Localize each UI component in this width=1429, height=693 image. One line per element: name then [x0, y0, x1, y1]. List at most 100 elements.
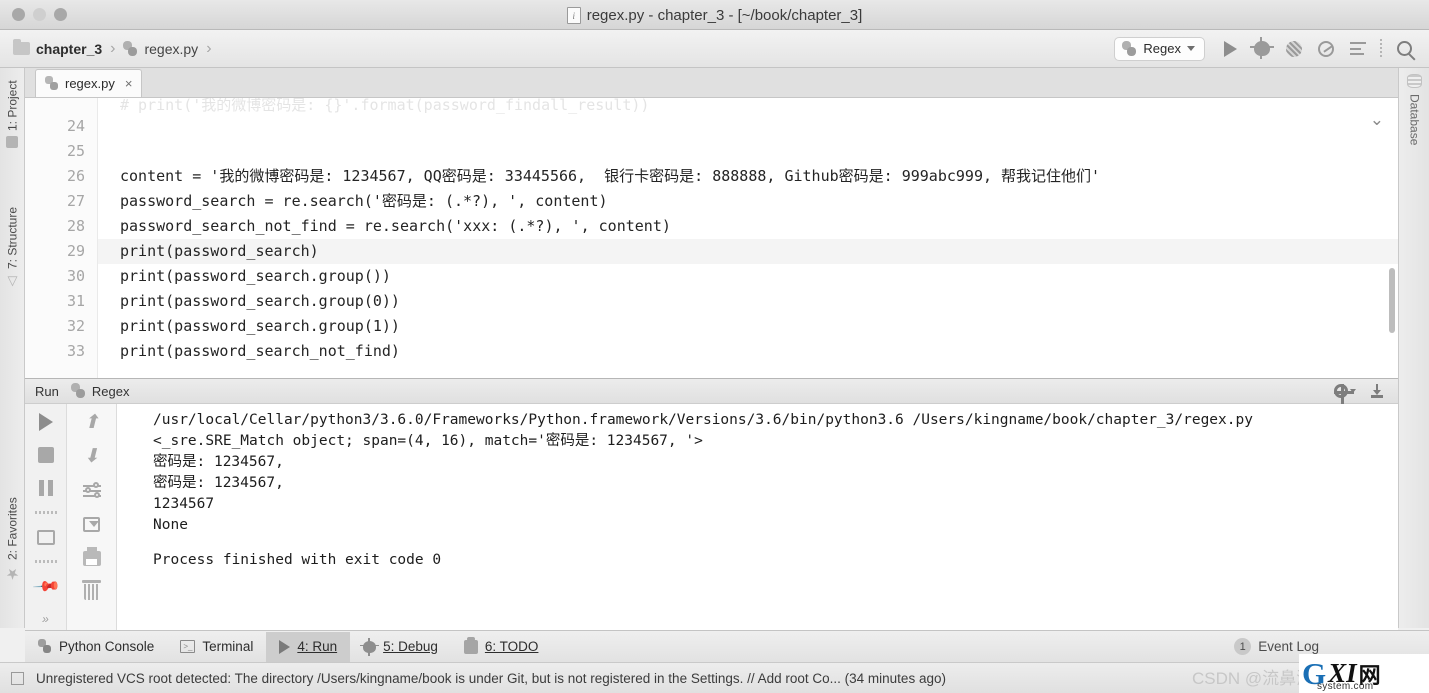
rerun-button[interactable]: [36, 412, 56, 432]
search-everywhere-button[interactable]: [1389, 35, 1419, 63]
run-panel-config-tab[interactable]: Regex: [70, 383, 130, 399]
breadcrumb-separator: ›: [206, 39, 212, 57]
tool-window-python-console[interactable]: Python Console: [25, 632, 167, 662]
line-number: 28: [66, 217, 85, 235]
console-line: 1234567: [153, 496, 215, 512]
line-number: 27: [66, 192, 85, 210]
title-bar: i regex.py - chapter_3 - [~/book/chapter…: [0, 0, 1429, 30]
export-button[interactable]: [82, 514, 102, 534]
breadcrumb: chapter_3 › regex.py ›: [10, 39, 215, 59]
layout-button[interactable]: [36, 527, 56, 547]
tool-window-run[interactable]: 4: Run: [266, 631, 351, 662]
run-panel-config-label: Regex: [91, 383, 130, 399]
structure-icon: △: [7, 275, 18, 291]
console-line: /usr/local/Cellar/python3/3.6.0/Framewor…: [153, 412, 1253, 428]
status-toggle-icon[interactable]: [11, 671, 24, 685]
maximize-window-button[interactable]: [54, 8, 67, 21]
pycharm-window: i regex.py - chapter_3 - [~/book/chapter…: [0, 0, 1429, 693]
run-panel-left-toolbar: 📌 »: [25, 404, 67, 630]
code-line: password_search_not_find = re.search('xx…: [120, 217, 671, 235]
line-number: 31: [66, 292, 85, 310]
database-icon: [1407, 74, 1422, 88]
bug-icon: [360, 637, 380, 656]
run-panel-settings-button[interactable]: [1334, 384, 1356, 404]
sidebar-item-database[interactable]: Database: [1399, 74, 1429, 145]
code-line: print(password_search.group()): [120, 267, 391, 285]
breadcrumb-item-chapter_3[interactable]: chapter_3: [10, 39, 105, 59]
editor-scrollbar[interactable]: [1389, 268, 1395, 333]
code-editor[interactable]: 24 25 26 27 28 29 30 31 32 33 # print('我…: [25, 98, 1398, 378]
code-area[interactable]: # print('我的微博密码是: {}'.format(password_fi…: [98, 98, 1398, 378]
console-line: Process finished with exit code 0: [153, 552, 442, 568]
chevron-down-icon[interactable]: ⌄: [1370, 110, 1384, 130]
status-message: Unregistered VCS root detected: The dire…: [36, 670, 946, 686]
run-button[interactable]: [1215, 35, 1245, 63]
event-log-button[interactable]: 1 Event Log: [1234, 638, 1429, 655]
console-line: None: [153, 517, 188, 533]
down-stack-trace-button[interactable]: ⬇: [82, 446, 102, 466]
window-controls[interactable]: [12, 8, 67, 21]
sidebar-item-structure[interactable]: △ 7: Structure: [0, 203, 25, 323]
console-output[interactable]: /usr/local/Cellar/python3/3.6.0/Framewor…: [117, 404, 1388, 630]
tool-window-label: 6: TODO: [484, 639, 539, 654]
folder-icon: [13, 39, 30, 55]
event-log-count-badge: 1: [1234, 638, 1252, 655]
debug-button[interactable]: [1247, 35, 1277, 63]
tab-regex-py[interactable]: regex.py ×: [35, 69, 143, 97]
clear-all-button[interactable]: [82, 580, 102, 602]
line-number: 30: [66, 267, 85, 285]
python-icon: [1122, 40, 1137, 57]
status-bar: Unregistered VCS root detected: The dire…: [0, 662, 1429, 693]
console-line: 密码是: 1234567,: [153, 475, 284, 491]
terminal-icon: >_: [180, 640, 196, 653]
pin-tab-button[interactable]: 📌: [32, 574, 58, 599]
tool-window-label: Terminal: [202, 639, 254, 654]
profile-button[interactable]: [1311, 35, 1341, 63]
tab-label: regex.py: [65, 76, 115, 91]
coverage-icon: [1286, 40, 1302, 57]
close-window-button[interactable]: [12, 8, 25, 21]
line-number: 24: [66, 117, 85, 135]
code-line: print(password_search.group(1)): [120, 317, 400, 335]
tool-window-label: 4: Run: [297, 639, 338, 654]
soft-wrap-button[interactable]: [82, 480, 102, 500]
tool-window-debug[interactable]: 5: Debug: [350, 632, 451, 662]
tool-window-todo[interactable]: 6: TODO: [451, 632, 552, 662]
right-tool-window-rail: Database: [1398, 68, 1429, 628]
line-number: 26: [66, 167, 85, 185]
editor-gutter[interactable]: 24 25 26 27 28 29 30 31 32 33: [25, 98, 98, 378]
star-icon: ★: [5, 564, 20, 582]
breadcrumb-label: regex.py: [144, 40, 199, 57]
tool-window-label: Python Console: [59, 639, 155, 654]
run-with-args-button[interactable]: [1343, 35, 1373, 63]
stop-icon: [37, 447, 54, 463]
breadcrumb-item-regex-py[interactable]: regex.py: [120, 39, 201, 59]
gxl-logo-sub: system.com: [1317, 681, 1374, 692]
project-icon: [6, 135, 19, 148]
export-to-file-button[interactable]: [1370, 384, 1384, 398]
left-tool-window-rail: 1: Project △ 7: Structure ★ 2: Favorites: [0, 68, 25, 628]
navigation-bar: chapter_3 › regex.py › Regex: [0, 30, 1429, 68]
run-tool-window: 📌 » ⬆ ⬇ /usr/local/Cellar/python3/3.6.0/…: [25, 404, 1398, 630]
minimize-window-button[interactable]: [33, 8, 46, 21]
code-line: password_search = re.search('密码是: (.*?),…: [120, 192, 608, 210]
editor-tab-strip: regex.py ×: [25, 68, 1398, 98]
tool-window-terminal[interactable]: >_ Terminal: [167, 632, 266, 662]
sidebar-item-favorites[interactable]: ★ 2: Favorites: [0, 493, 25, 623]
print-button[interactable]: [82, 546, 102, 568]
coverage-button[interactable]: [1279, 35, 1309, 63]
sidebar-item-project[interactable]: 1: Project: [0, 76, 25, 186]
stop-button[interactable]: [36, 445, 56, 465]
list-icon: [1350, 42, 1366, 55]
pin-icon: 📌: [32, 573, 59, 600]
python-icon: [38, 639, 52, 654]
main-toolbar: Regex: [1114, 35, 1429, 63]
up-stack-trace-button[interactable]: ⬆: [82, 412, 102, 432]
close-icon[interactable]: ×: [125, 76, 133, 91]
pause-output-button[interactable]: [36, 478, 56, 498]
more-button[interactable]: »: [36, 609, 56, 629]
pause-icon: [38, 480, 53, 496]
run-configuration-selector[interactable]: Regex: [1114, 36, 1205, 61]
